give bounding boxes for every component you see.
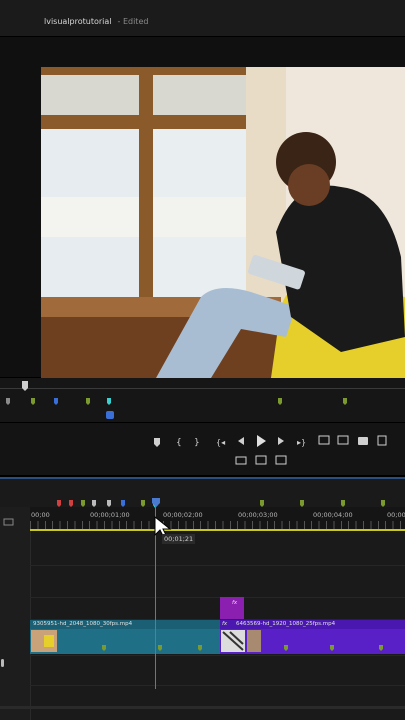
mark-in-icon: { — [176, 438, 182, 448]
monitor-playhead-handle — [22, 381, 28, 391]
tick-label: 00;00;03;00 — [238, 511, 278, 519]
video-track-v2 — [30, 565, 405, 598]
transport-controls: { } {◂ ▸} — [0, 423, 405, 475]
tick-label: 00;00;01;00 — [90, 511, 130, 519]
video-clip-1[interactable]: 9305951-hd_2048_1080_30fps.mp4 — [30, 620, 220, 654]
add-marker-icon — [154, 438, 160, 447]
timeline-active-border — [0, 477, 405, 479]
step-back-icon — [238, 437, 244, 445]
monitor-in-point — [106, 411, 114, 419]
audio-track-a1 — [30, 655, 405, 686]
lift-icon — [318, 435, 330, 445]
tick-label: 00;00;04;00 — [313, 511, 353, 519]
extract-icon — [337, 435, 349, 445]
marker-green — [343, 398, 347, 405]
fx-adjustment-clip[interactable]: fx — [220, 597, 244, 619]
marker-gray — [6, 398, 10, 405]
overwrite-icon — [275, 455, 287, 465]
clip-1-name: 9305951-hd_2048_1080_30fps.mp4 — [33, 621, 133, 627]
marker-cyan — [107, 398, 111, 405]
marker-blue — [54, 398, 58, 405]
insert-icon — [255, 455, 267, 465]
track-header-icons — [1, 518, 14, 667]
mark-out-icon: } — [194, 438, 200, 448]
go-to-out-icon: ▸} — [297, 438, 306, 447]
video-track-v1-fx — [30, 597, 405, 620]
title-bar: lvisualprotutorial - Edited — [0, 0, 405, 36]
tick-label: 00;00 — [31, 511, 50, 519]
project-name: lvisualprotutorial — [44, 17, 112, 26]
timeline-playhead-handle[interactable] — [150, 498, 162, 508]
comparison-view-icon — [377, 435, 387, 446]
video-track-v3 — [30, 531, 405, 566]
clip-2-thumbnails — [221, 630, 383, 652]
proxy-toggle-icon — [235, 456, 247, 465]
microphone-icon — [1, 659, 4, 667]
project-title: lvisualprotutorial - Edited — [44, 17, 148, 26]
fx-label: fx — [232, 600, 238, 606]
step-forward-icon — [278, 437, 284, 445]
marker-green — [86, 398, 90, 405]
play-icon — [257, 435, 266, 447]
export-frame-icon — [358, 437, 368, 445]
video-clip-2[interactable]: fx 6463569-hd_1920_1080_25fps.mp4 — [220, 620, 405, 654]
timeline-scrollbar[interactable] — [0, 706, 405, 709]
marker-green — [278, 398, 282, 405]
tick-label: 00;00 — [387, 511, 405, 519]
edited-status: - Edited — [117, 17, 149, 26]
clip-2-fx-badge: fx — [222, 621, 228, 627]
monitor-scrub-bar[interactable] — [0, 378, 405, 422]
clip-2-name: 6463569-hd_1920_1080_25fps.mp4 — [236, 621, 336, 627]
go-to-in-icon: {◂ — [216, 438, 225, 447]
marker-green — [31, 398, 35, 405]
video-frame-illustration — [41, 67, 405, 378]
transport-icons: { } {◂ ▸} — [154, 435, 387, 465]
captions-icon — [3, 518, 14, 526]
program-monitor-video-frame — [41, 67, 405, 378]
playhead-timecode-tooltip: 00;01;21 — [162, 534, 196, 544]
clip-1-thumbnails — [31, 630, 202, 652]
monitor-markers — [6, 381, 347, 419]
